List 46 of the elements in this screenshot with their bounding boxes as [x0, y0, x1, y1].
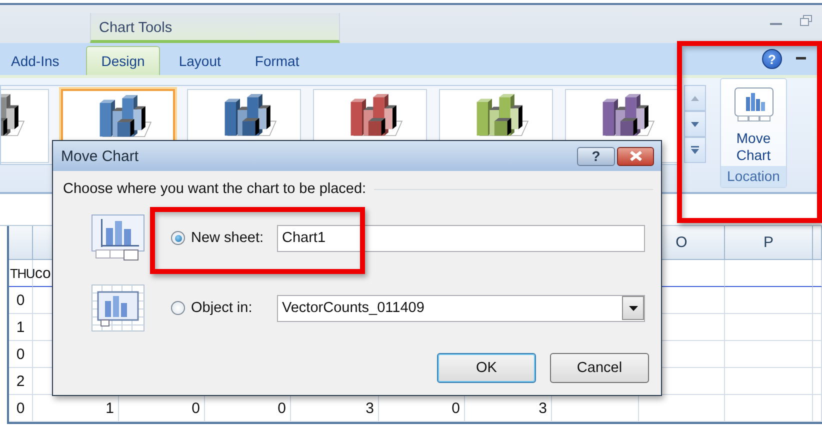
table-cell: THU — [9, 260, 33, 287]
sheet-name-field[interactable]: Chart1 — [277, 224, 645, 252]
group-label: Location — [721, 166, 786, 187]
dropdown-button[interactable] — [622, 296, 644, 320]
dialog-title: Move Chart — [60, 148, 140, 164]
minimize-ribbon-icon[interactable] — [796, 57, 806, 61]
gallery-down-button[interactable] — [684, 111, 706, 137]
minimize-icon[interactable] — [770, 22, 782, 26]
table-cell: 1 — [9, 314, 33, 341]
down-arrow-icon — [691, 122, 699, 126]
chart-sheet-icon — [91, 214, 145, 262]
table-cell: 2 — [9, 368, 33, 395]
close-button[interactable] — [617, 146, 654, 166]
option-label: Object in: — [191, 300, 254, 316]
restore-icon[interactable] — [800, 14, 812, 26]
column-header[interactable]: P — [725, 226, 813, 260]
dialog-button[interactable]: OK — [437, 353, 536, 383]
ribbon-tab[interactable]: Add-Ins — [0, 46, 74, 75]
up-arrow-icon — [691, 96, 699, 100]
radio-button[interactable] — [171, 301, 185, 315]
help-button[interactable]: ? — [577, 146, 615, 166]
location-dropdown[interactable]: VectorCounts_011409 — [277, 294, 645, 322]
table-cell — [813, 395, 822, 422]
radio-button[interactable] — [171, 231, 185, 245]
move-chart-button[interactable]: Move Chart — [724, 79, 784, 166]
ribbon-tab[interactable]: Format — [240, 46, 314, 75]
table-cell — [813, 341, 822, 368]
table-cell — [813, 260, 822, 287]
close-icon — [628, 151, 642, 161]
expand-icon — [691, 146, 699, 154]
prompt-text: Choose where you want the chart to be placed: — [63, 181, 366, 197]
table-cell — [813, 314, 822, 341]
dialog-button[interactable]: Cancel — [550, 353, 649, 383]
table-cell: 0 — [9, 287, 33, 314]
embedded-chart-icon — [91, 284, 145, 332]
chart-icon — [734, 87, 774, 123]
contextual-tab-label: Chart Tools — [90, 13, 340, 43]
table-cell — [813, 287, 822, 314]
caret-icon — [628, 306, 638, 310]
table-cell: 0 — [9, 395, 33, 422]
table-cell — [813, 368, 822, 395]
ribbon-tab[interactable]: Design — [86, 46, 160, 75]
option-label: New sheet: — [191, 230, 265, 246]
table-cell: 0 — [9, 341, 33, 368]
gallery-more-button[interactable] — [684, 137, 706, 163]
ribbon-tab[interactable]: Layout — [164, 46, 236, 75]
